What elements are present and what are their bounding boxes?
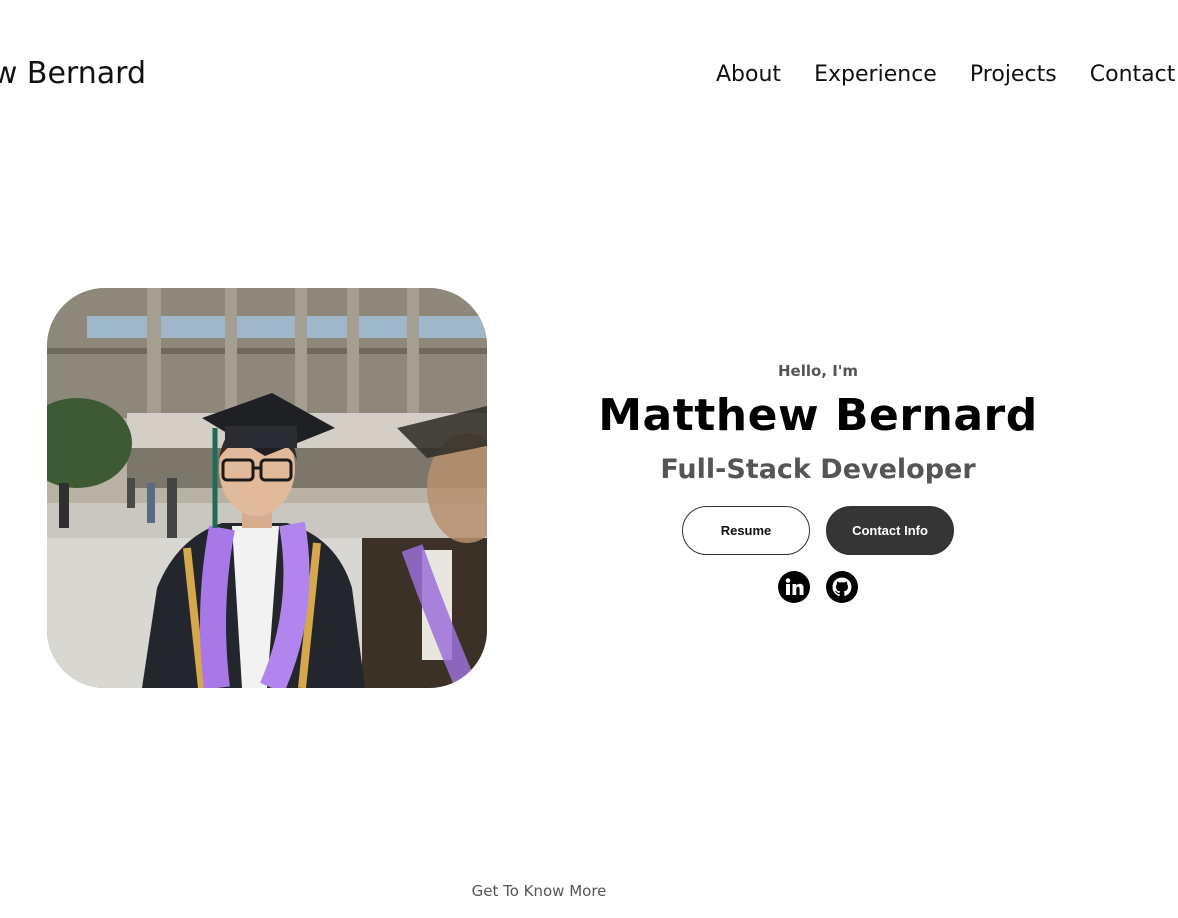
site-logo[interactable]: Matthew Bernard <box>0 54 146 94</box>
contact-info-button[interactable]: Contact Info <box>826 506 954 555</box>
profile-photo <box>47 288 487 688</box>
nav-about[interactable]: About <box>716 58 781 92</box>
github-icon[interactable] <box>826 571 858 603</box>
hero-name: Matthew Bernard <box>598 390 1038 441</box>
social-links <box>590 571 1046 603</box>
page: Matthew Bernard About Experience Project… <box>0 0 1178 918</box>
nav-projects[interactable]: Projects <box>970 58 1057 92</box>
resume-button[interactable]: Resume <box>682 506 810 555</box>
linkedin-icon[interactable] <box>778 571 810 603</box>
nav-contact[interactable]: Contact <box>1090 58 1176 92</box>
hero-title: Full-Stack Developer <box>660 454 976 485</box>
greeting-text: Hello, I'm <box>777 362 859 380</box>
nav-experience[interactable]: Experience <box>814 58 937 92</box>
hero-section: Hello, I'm Matthew Bernard Full-Stack De… <box>590 358 1046 603</box>
get-to-know-more-link[interactable]: Get To Know More <box>0 880 1078 902</box>
hero-buttons: Resume Contact Info <box>590 506 1046 555</box>
main-nav: About Experience Projects Contact <box>716 58 1178 94</box>
graduation-photo-icon <box>47 288 487 688</box>
